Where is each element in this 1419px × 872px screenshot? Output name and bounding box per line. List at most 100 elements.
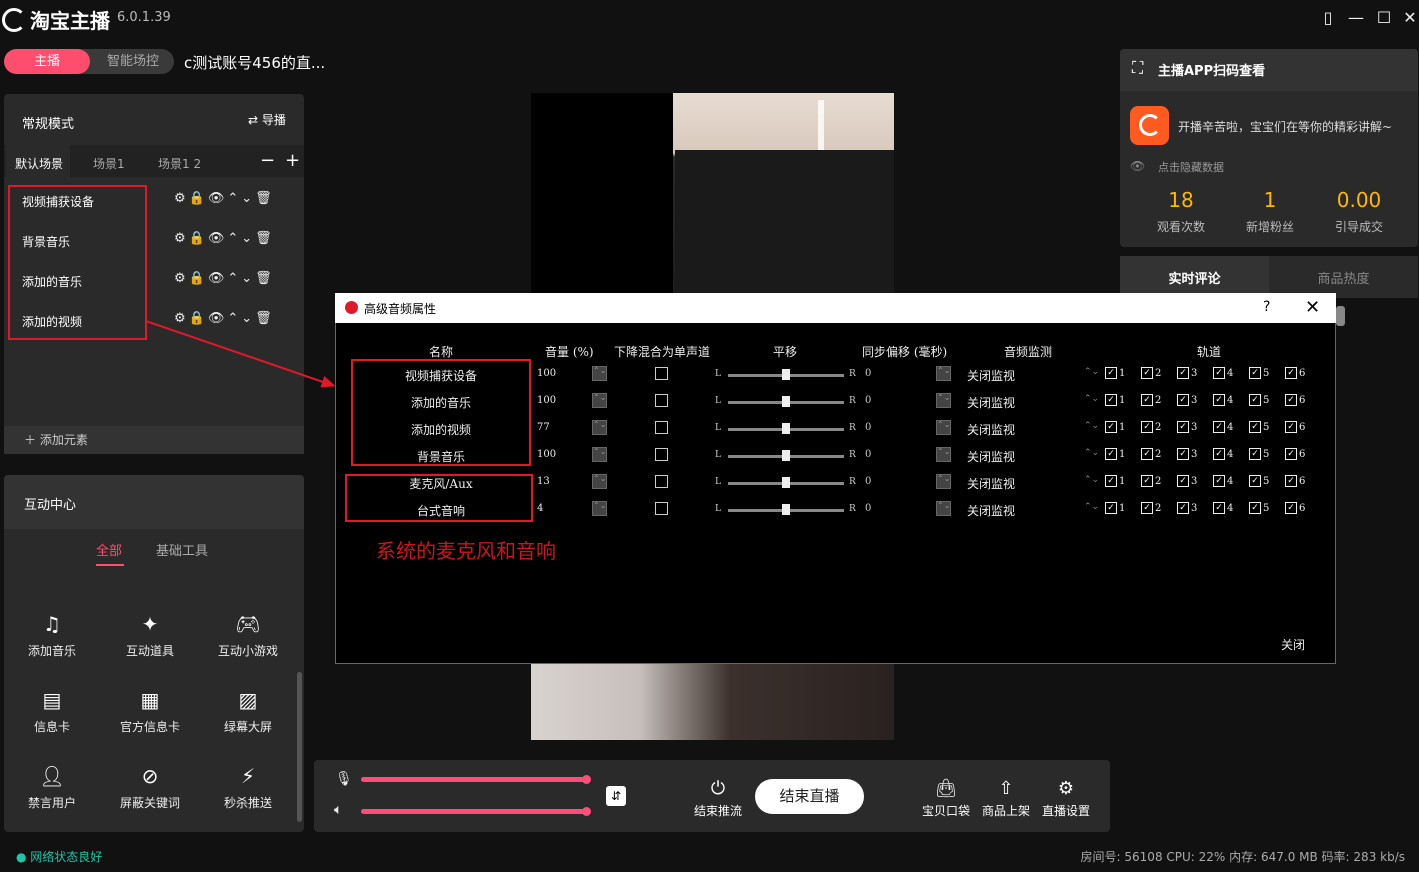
track-checkbox[interactable]: ✓ 2 (1141, 502, 1161, 514)
select-arrows-icon[interactable]: ⌃⌄ (1084, 367, 1099, 377)
track-checkbox[interactable]: ✓ 5 (1249, 421, 1269, 433)
sync-offset-value[interactable]: 0 (865, 476, 871, 487)
audio-monitor-select[interactable]: 关闭监视 (967, 475, 1015, 492)
sync-offset-value[interactable]: 0 (865, 395, 871, 406)
track-checkbox[interactable]: ✓ 5 (1249, 367, 1269, 379)
tab-basic-tools[interactable]: 基础工具 (156, 540, 208, 559)
select-arrows-icon[interactable]: ⌃⌄ (1084, 502, 1099, 512)
audio-monitor-select[interactable]: 关闭监视 (967, 394, 1015, 411)
live-settings-button[interactable]: ⚙ 直播设置 (1040, 778, 1092, 819)
track-checkbox[interactable]: ✓ 6 (1285, 502, 1305, 514)
speaker-volume-knob[interactable] (582, 807, 591, 816)
comments-scrollbar[interactable] (1336, 306, 1345, 326)
source-actions-icon[interactable]: ⚙🔒👁︎⌃⌄🗑 (174, 311, 275, 326)
audio-monitor-select[interactable]: 关闭监视 (967, 421, 1015, 438)
dialog-close-icon[interactable]: ✕ (1305, 297, 1320, 318)
interaction-scrollbar[interactable] (297, 672, 302, 822)
track-checkbox[interactable]: ✓ 2 (1141, 475, 1161, 487)
tool-official-card[interactable]: ▦ 官方信息卡 (110, 688, 190, 735)
sync-spinner-icon[interactable]: ⌃⌄ (936, 474, 951, 489)
scan-title[interactable]: 主播APP扫码查看 (1158, 60, 1265, 79)
downmix-checkbox[interactable] (655, 448, 668, 461)
guide-button[interactable]: ⇄ 导播 (248, 111, 286, 128)
minimize-button[interactable]: — (1346, 8, 1366, 28)
track-checkbox[interactable]: ✓ 2 (1141, 394, 1161, 406)
track-checkbox[interactable]: ✓ 5 (1249, 448, 1269, 460)
sync-spinner-icon[interactable]: ⌃⌄ (936, 366, 951, 381)
tool-add-music[interactable]: ♫ 添加音乐 (12, 612, 92, 659)
track-checkbox[interactable]: ✓ 2 (1141, 367, 1161, 379)
mic-volume-slider[interactable] (361, 777, 587, 782)
sync-offset-value[interactable]: 0 (865, 422, 871, 433)
select-arrows-icon[interactable]: ⌃⌄ (1084, 475, 1099, 485)
track-checkbox[interactable]: ✓ 1 (1105, 502, 1125, 514)
dialog-help-button[interactable]: ? (1263, 299, 1270, 315)
audio-monitor-select[interactable]: 关闭监视 (967, 367, 1015, 384)
track-checkbox[interactable]: ✓ 6 (1285, 367, 1305, 379)
track-checkbox[interactable]: ✓ 5 (1249, 394, 1269, 406)
end-live-button[interactable]: 结束直播 (755, 779, 864, 814)
pan-slider-knob[interactable] (782, 477, 790, 488)
track-checkbox[interactable]: ✓ 1 (1105, 394, 1125, 406)
downmix-checkbox[interactable] (655, 421, 668, 434)
close-window-button[interactable]: ✕ (1400, 8, 1419, 28)
downmix-checkbox[interactable] (655, 394, 668, 407)
product-shelf-button[interactable]: ⇧ 商品上架 (980, 778, 1032, 819)
tool-flash-sale[interactable]: ⚡ 秒杀推送 (208, 764, 288, 811)
track-checkbox[interactable]: ✓ 6 (1285, 475, 1305, 487)
audio-monitor-select[interactable]: 关闭监视 (967, 502, 1015, 519)
scene-tab-default[interactable]: 默认场景 (15, 155, 63, 172)
tool-props[interactable]: ✦ 互动道具 (110, 612, 190, 659)
volume-spinner-icon[interactable]: ⌃⌄ (592, 501, 607, 516)
eye-icon[interactable]: 👁︎ (1130, 159, 1145, 173)
track-checkbox[interactable]: ✓ 5 (1249, 502, 1269, 514)
track-checkbox[interactable]: ✓ 3 (1177, 421, 1197, 433)
pan-slider-knob[interactable] (782, 504, 790, 515)
volume-spinner-icon[interactable]: ⌃⌄ (592, 366, 607, 381)
track-checkbox[interactable]: ✓ 1 (1105, 475, 1125, 487)
remove-scene-button[interactable]: − (260, 150, 275, 171)
speaker-volume-slider[interactable] (361, 809, 587, 814)
dialog-close-button[interactable]: 关闭 (1281, 636, 1305, 653)
scene-tab-1[interactable]: 场景1 (93, 155, 125, 172)
hide-data-toggle[interactable]: 点击隐藏数据 (1158, 159, 1224, 175)
select-arrows-icon[interactable]: ⌃⌄ (1084, 421, 1099, 431)
track-checkbox[interactable]: ✓ 3 (1177, 394, 1197, 406)
track-checkbox[interactable]: ✓ 4 (1213, 421, 1233, 433)
tab-all[interactable]: 全部 (96, 540, 122, 559)
pan-slider-knob[interactable] (782, 450, 790, 461)
tool-green-screen[interactable]: ▨ 绿幕大屏 (208, 688, 288, 735)
volume-spinner-icon[interactable]: ⌃⌄ (592, 420, 607, 435)
tool-mini-game[interactable]: 🎮︎ 互动小游戏 (208, 612, 288, 659)
track-checkbox[interactable]: ✓ 3 (1177, 502, 1197, 514)
tool-block-keyword[interactable]: ⊘ 屏蔽关键词 (110, 764, 190, 811)
select-arrows-icon[interactable]: ⌃⌄ (1084, 448, 1099, 458)
track-checkbox[interactable]: ✓ 6 (1285, 448, 1305, 460)
track-checkbox[interactable]: ✓ 1 (1105, 421, 1125, 433)
track-checkbox[interactable]: ✓ 4 (1213, 367, 1233, 379)
tab-live-comments[interactable]: 实时评论 (1120, 268, 1269, 287)
audio-mixer-icon[interactable]: ⇵ (606, 786, 626, 806)
audio-monitor-select[interactable]: 关闭监视 (967, 448, 1015, 465)
track-checkbox[interactable]: ✓ 4 (1213, 475, 1233, 487)
sync-spinner-icon[interactable]: ⌃⌄ (936, 501, 951, 516)
track-checkbox[interactable]: ✓ 6 (1285, 421, 1305, 433)
add-scene-button[interactable]: + (285, 150, 300, 171)
mode-smart-control-tab[interactable]: 智能场控 (96, 49, 170, 74)
note-icon[interactable]: ▯ (1318, 8, 1338, 28)
track-checkbox[interactable]: ✓ 4 (1213, 502, 1233, 514)
volume-value[interactable]: 13 (537, 476, 550, 487)
sync-offset-value[interactable]: 0 (865, 503, 871, 514)
downmix-checkbox[interactable] (655, 367, 668, 380)
pan-slider-knob[interactable] (782, 369, 790, 380)
track-checkbox[interactable]: ✓ 3 (1177, 367, 1197, 379)
volume-value[interactable]: 100 (537, 368, 556, 379)
add-element-button[interactable]: ＋ 添加元素 (4, 426, 304, 454)
sync-offset-value[interactable]: 0 (865, 368, 871, 379)
volume-value[interactable]: 100 (537, 395, 556, 406)
track-checkbox[interactable]: ✓ 2 (1141, 448, 1161, 460)
sync-spinner-icon[interactable]: ⌃⌄ (936, 393, 951, 408)
tool-info-card[interactable]: ▤ 信息卡 (12, 688, 92, 735)
track-checkbox[interactable]: ✓ 4 (1213, 394, 1233, 406)
pan-slider-knob[interactable] (782, 423, 790, 434)
